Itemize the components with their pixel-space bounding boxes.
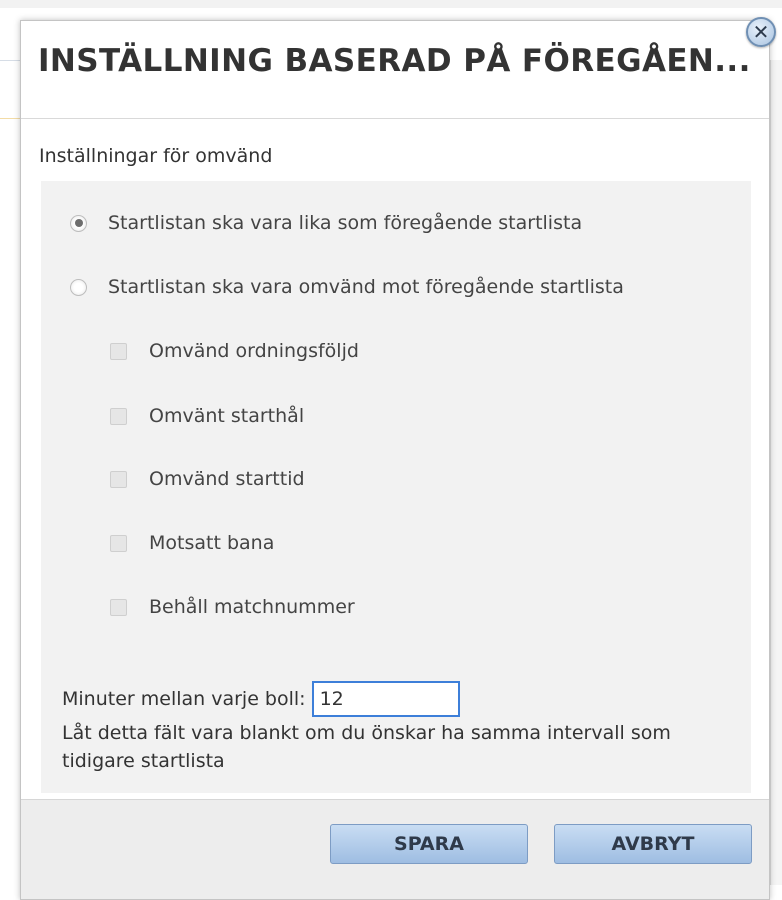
checkbox-label: Omvänd starttid xyxy=(149,468,305,490)
checkbox-reverse-start-hole[interactable]: Omvänt starthål xyxy=(110,405,304,427)
checkbox-label: Behåll matchnummer xyxy=(149,596,355,618)
checkbox-reverse-order[interactable]: Omvänd ordningsföljd xyxy=(110,340,359,362)
checkbox[interactable] xyxy=(110,598,127,616)
checkbox[interactable] xyxy=(110,407,127,425)
settings-dialog: INSTÄLLNING BASERAD PÅ FÖREGÅEN... Instä… xyxy=(20,20,770,900)
radio-button[interactable] xyxy=(70,278,87,296)
minutes-row: Minuter mellan varje boll: xyxy=(62,681,460,717)
checkbox[interactable] xyxy=(110,342,127,360)
radio-label: Startlistan ska vara omvänd mot föregåen… xyxy=(108,276,624,298)
background-page-edge xyxy=(770,60,782,885)
checkbox[interactable] xyxy=(110,534,127,552)
close-icon[interactable]: ✕ xyxy=(746,17,776,47)
radio-same-startlist[interactable]: Startlistan ska vara lika som föregående… xyxy=(70,212,582,234)
background-divider xyxy=(0,60,22,61)
radio-button-selected[interactable] xyxy=(70,214,87,232)
checkbox-label: Motsatt bana xyxy=(149,532,275,554)
background-divider xyxy=(0,118,22,119)
checkbox-reverse-start-time[interactable]: Omvänd starttid xyxy=(110,468,305,490)
radio-label: Startlistan ska vara lika som föregående… xyxy=(108,212,583,234)
checkbox[interactable] xyxy=(110,470,127,488)
checkbox-label: Omvänd ordningsföljd xyxy=(149,340,359,362)
save-button[interactable]: SPARA xyxy=(330,824,528,864)
cancel-button[interactable]: AVBRYT xyxy=(554,824,752,864)
dialog-header: INSTÄLLNING BASERAD PÅ FÖREGÅEN... xyxy=(21,21,769,119)
checkbox-keep-match-number[interactable]: Behåll matchnummer xyxy=(110,596,355,618)
background-top-band xyxy=(0,0,782,8)
checkbox-label: Omvänt starthål xyxy=(149,405,305,427)
section-label: Inställningar för omvänd xyxy=(39,145,273,167)
minutes-label: Minuter mellan varje boll: xyxy=(62,688,306,710)
checkbox-opposite-course[interactable]: Motsatt bana xyxy=(110,532,274,554)
minutes-hint: Låt detta fält vara blankt om du önskar … xyxy=(62,722,671,772)
radio-reversed-startlist[interactable]: Startlistan ska vara omvänd mot föregåen… xyxy=(70,276,624,298)
minutes-input[interactable] xyxy=(311,681,460,717)
dialog-title: INSTÄLLNING BASERAD PÅ FÖREGÅEN... xyxy=(38,43,751,79)
